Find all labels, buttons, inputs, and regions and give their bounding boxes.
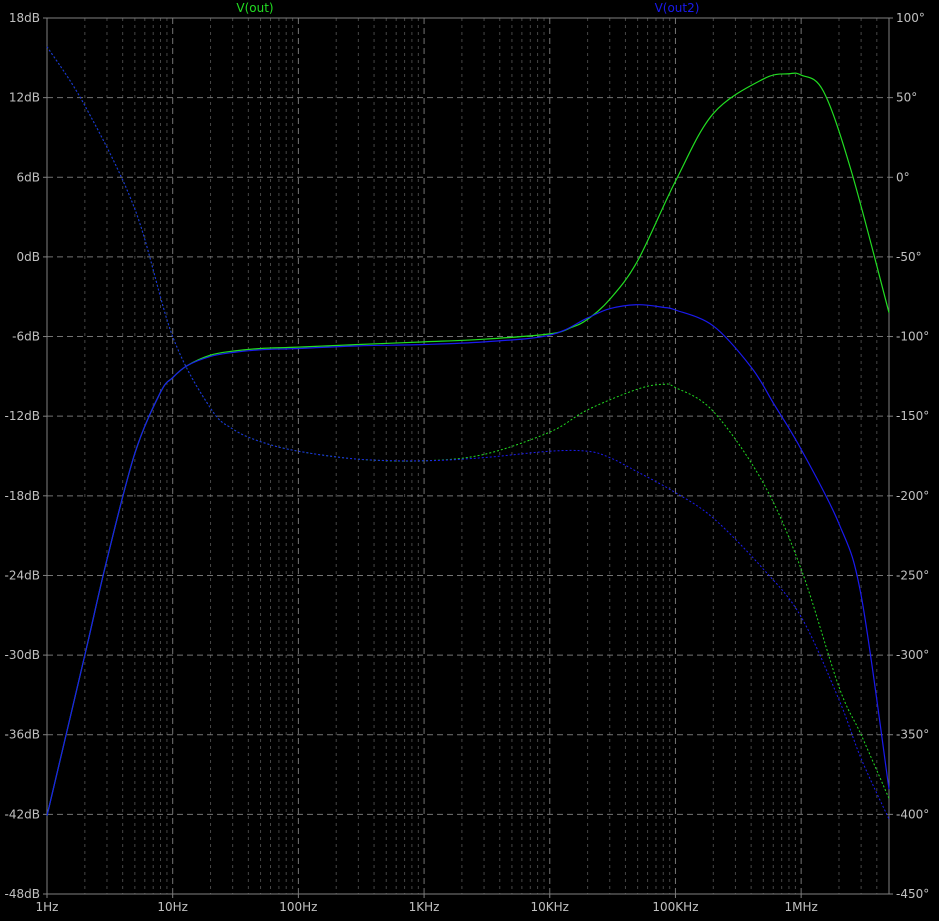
y-right-tick-label: -250° xyxy=(896,568,929,582)
y-right-tick-label: -300° xyxy=(896,648,929,662)
y-left-tick-label: 18dB xyxy=(9,11,40,25)
y-right-tick-label: 50° xyxy=(896,91,917,105)
y-right-tick-label: 100° xyxy=(896,11,925,25)
legend-entry-v-out: V(out) xyxy=(236,1,273,15)
x-tick-label: 10KHz xyxy=(531,900,569,914)
bode-plot: 1Hz 10Hz 100Hz 1KHz 10KHz 100KHz 1MHz 18dB 12dB… xyxy=(0,0,939,921)
y-left-tick-label: 6dB xyxy=(17,170,40,184)
x-tick-label: 1KHz xyxy=(409,900,440,914)
x-tick-label: 100KHz xyxy=(652,900,698,914)
y-left-tick-label: -48dB xyxy=(5,887,40,901)
legend-entry-v-out2: V(out2) xyxy=(655,1,700,15)
y-right-tick-label: -400° xyxy=(896,807,929,821)
y-left-tick-label: 0dB xyxy=(17,250,40,264)
x-tick-label: 1Hz xyxy=(36,900,59,914)
y-left-tick-label: -42dB xyxy=(5,807,40,821)
y-right-tick-label: -450° xyxy=(896,887,929,901)
y-right-tick-label: -100° xyxy=(896,330,929,344)
plot-background xyxy=(0,0,939,921)
y-left-tick-label: -6dB xyxy=(12,330,40,344)
y-right-tick-label: -50° xyxy=(896,250,922,264)
y-left-tick-label: -36dB xyxy=(5,728,40,742)
y-right-tick-label: -150° xyxy=(896,409,929,423)
y-left-tick-label: -24dB xyxy=(5,568,40,582)
y-right-tick-label: -350° xyxy=(896,728,929,742)
y-right-tick-label: 0° xyxy=(896,170,910,184)
y-left-tick-label: -12dB xyxy=(5,409,40,423)
y-left-tick-label: 12dB xyxy=(9,91,40,105)
x-tick-label: 100Hz xyxy=(279,900,317,914)
y-left-tick-label: -18dB xyxy=(5,489,40,503)
x-tick-label: 1MHz xyxy=(784,900,817,914)
y-right-tick-label: -200° xyxy=(896,489,929,503)
x-tick-label: 10Hz xyxy=(157,900,188,914)
y-left-tick-label: -30dB xyxy=(5,648,40,662)
